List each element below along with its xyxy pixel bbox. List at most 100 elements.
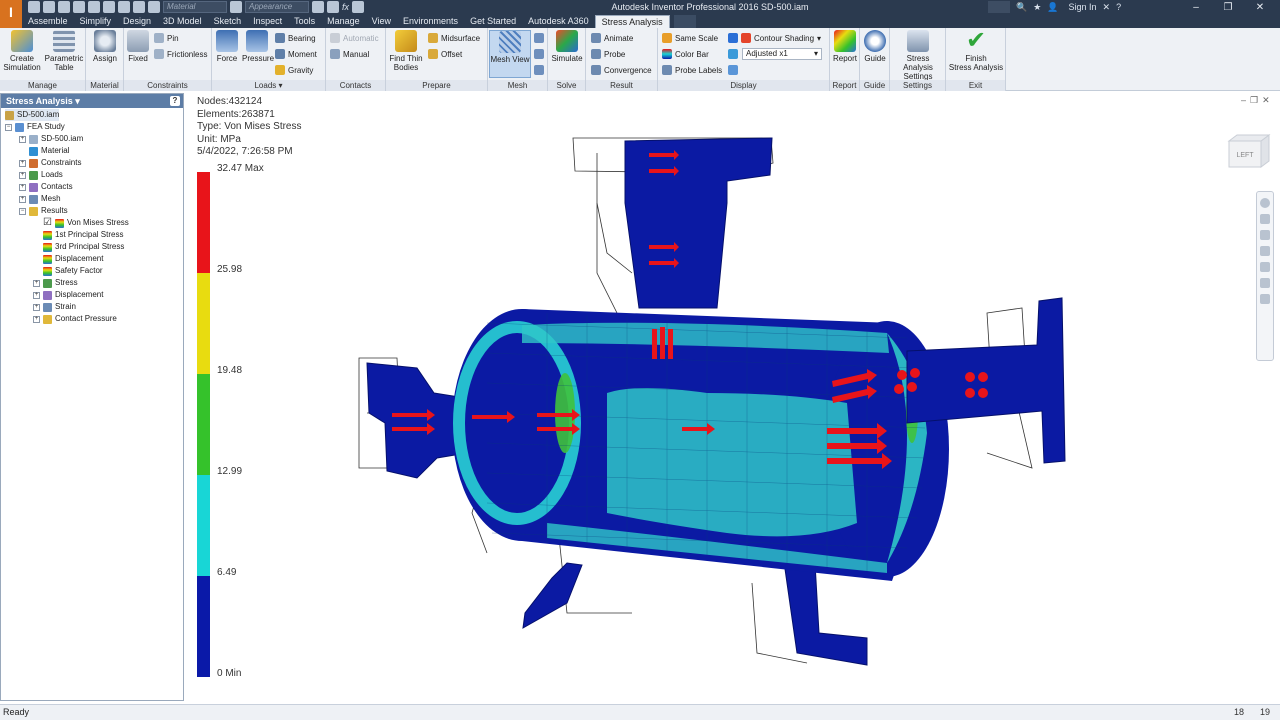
tab-simplify[interactable]: Simplify xyxy=(74,15,118,28)
tab-sketch[interactable]: Sketch xyxy=(208,15,248,28)
exchange-icon[interactable]: ✕ xyxy=(1103,2,1111,13)
tree-item[interactable]: Displacement xyxy=(33,253,103,265)
pin-button[interactable]: Pin xyxy=(154,33,179,43)
minimize-icon[interactable]: – xyxy=(1180,0,1212,16)
material-combo[interactable]: Material xyxy=(163,1,227,13)
redo-icon[interactable] xyxy=(88,1,100,13)
tab-environments[interactable]: Environments xyxy=(397,15,464,28)
tab-view[interactable]: View xyxy=(366,15,397,28)
panel-label-loads[interactable]: Loads ▾ xyxy=(212,80,325,91)
tree-item[interactable]: ☑ Von Mises Stress xyxy=(33,217,129,229)
tab-overflow-icon[interactable] xyxy=(673,15,696,28)
frictionless-button[interactable]: Frictionless xyxy=(154,49,207,59)
contour-shading-button[interactable]: Contour Shading ▾ xyxy=(728,33,821,43)
offset-button[interactable]: Offset xyxy=(428,49,462,59)
adjusted-scale-select[interactable]: Adjusted x1 ▾ xyxy=(742,48,822,60)
create-simulation-button[interactable]: Create Simulation xyxy=(2,30,42,72)
browser-header[interactable]: Stress Analysis ▾ ? xyxy=(1,94,183,108)
tree-item[interactable]: 3rd Principal Stress xyxy=(33,241,124,253)
find-thin-bodies-button[interactable]: Find Thin Bodies xyxy=(388,30,424,72)
user-icon[interactable]: 👤 xyxy=(1047,2,1058,13)
fx-button[interactable]: fx xyxy=(342,2,349,12)
new-icon[interactable] xyxy=(28,1,40,13)
nav-settings-icon[interactable] xyxy=(1260,294,1270,304)
tree-item[interactable]: − Results xyxy=(19,205,68,217)
tab-manage[interactable]: Manage xyxy=(321,15,366,28)
tree-item[interactable]: + Strain xyxy=(33,301,76,313)
expand-icon[interactable]: + xyxy=(19,183,26,191)
inventor-logo-icon[interactable]: I xyxy=(0,0,22,28)
collapse-icon[interactable]: − xyxy=(19,207,26,215)
browser-root-item[interactable]: SD-500.iam xyxy=(5,109,60,121)
star-icon[interactable]: ★ xyxy=(1033,2,1041,13)
parametric-table-button[interactable]: Parametric Table xyxy=(44,30,84,72)
qat-dropdown-icon[interactable] xyxy=(352,1,365,13)
bearing-button[interactable]: Bearing xyxy=(275,33,316,43)
pressure-button[interactable]: Pressure xyxy=(242,30,274,63)
expand-icon[interactable]: + xyxy=(19,171,26,179)
tree-item[interactable]: + Constraints xyxy=(19,157,81,169)
tab-stress-analysis[interactable]: Stress Analysis xyxy=(594,15,670,28)
close-icon[interactable]: ✕ xyxy=(1244,0,1276,16)
stress-analysis-settings-button[interactable]: Stress Analysis Settings xyxy=(891,30,945,81)
tab-design[interactable]: Design xyxy=(117,15,157,28)
force-button[interactable]: Force xyxy=(214,30,240,63)
tab-3d-model[interactable]: 3D Model xyxy=(157,15,208,28)
gravity-button[interactable]: Gravity xyxy=(275,65,313,75)
midsurface-button[interactable]: Midsurface xyxy=(428,33,480,43)
finish-stress-analysis-button[interactable]: ✔ Finish Stress Analysis xyxy=(947,29,1005,73)
binoculars-icon[interactable]: 🔍 xyxy=(1016,2,1027,13)
return-icon[interactable] xyxy=(118,1,130,13)
tree-item[interactable]: + Contacts xyxy=(19,181,73,193)
save-icon[interactable] xyxy=(58,1,70,13)
open-icon[interactable] xyxy=(43,1,55,13)
tree-item[interactable]: + Loads xyxy=(19,169,63,181)
animate-button[interactable]: Animate xyxy=(591,33,633,43)
guide-button[interactable]: Guide xyxy=(862,30,888,63)
expand-icon[interactable]: + xyxy=(19,135,26,143)
adjust-icon[interactable] xyxy=(327,1,339,13)
convergence-settings-button[interactable] xyxy=(534,65,544,75)
simulate-button[interactable]: Simulate xyxy=(550,30,584,63)
local-mesh-button[interactable] xyxy=(534,49,544,59)
appearance-combo[interactable]: Appearance xyxy=(245,1,309,13)
browser-help-icon[interactable]: ? xyxy=(170,96,180,106)
expand-icon[interactable]: + xyxy=(19,195,26,203)
expand-icon[interactable]: + xyxy=(33,291,40,299)
report-button[interactable]: Report xyxy=(832,30,858,63)
mesh-settings-button[interactable] xyxy=(534,33,544,43)
tree-item[interactable]: − FEA Study xyxy=(5,121,65,133)
max-min-button[interactable] xyxy=(728,65,738,75)
steering-wheel-icon[interactable] xyxy=(1260,198,1270,208)
update-icon[interactable] xyxy=(148,1,160,13)
expand-icon[interactable]: + xyxy=(19,159,26,167)
tree-item[interactable]: + Contact Pressure xyxy=(33,313,117,325)
look-at-icon[interactable] xyxy=(1260,278,1270,288)
tree-item[interactable]: Safety Factor xyxy=(33,265,103,277)
tab-tools[interactable]: Tools xyxy=(288,15,321,28)
probe-labels-button[interactable]: Probe Labels xyxy=(662,65,722,75)
convergence-button[interactable]: Convergence xyxy=(591,65,652,75)
fixed-button[interactable]: Fixed xyxy=(126,30,150,63)
tab-assemble[interactable]: Assemble xyxy=(22,15,74,28)
undo-icon[interactable] xyxy=(73,1,85,13)
automatic-button[interactable]: Automatic xyxy=(330,33,379,43)
help-icon[interactable]: ? xyxy=(1116,2,1121,12)
assign-button[interactable]: Assign xyxy=(90,30,120,63)
collapse-icon[interactable]: − xyxy=(5,123,12,131)
restore-icon[interactable]: ❐ xyxy=(1212,0,1244,16)
graphics-window[interactable]: – ❐ ✕ Nodes:432124 Elements:263871 Type:… xyxy=(187,93,1280,701)
expand-icon[interactable]: + xyxy=(33,303,40,311)
tree-item[interactable]: Material xyxy=(19,145,69,157)
home-icon[interactable] xyxy=(103,1,115,13)
probe-button[interactable]: Probe xyxy=(591,49,625,59)
tree-item[interactable]: + SD-500.iam xyxy=(19,133,83,145)
view-cube[interactable]: LEFT xyxy=(1227,133,1271,169)
pan-icon[interactable] xyxy=(1260,214,1270,224)
deformed-style-icon[interactable] xyxy=(728,49,738,59)
zoom-icon[interactable] xyxy=(1260,230,1270,240)
sign-in-link[interactable]: Sign In xyxy=(1069,2,1097,12)
mesh-view-button[interactable]: Mesh View xyxy=(489,30,531,78)
tab-inspect[interactable]: Inspect xyxy=(247,15,288,28)
tree-item[interactable]: + Stress xyxy=(33,277,78,289)
